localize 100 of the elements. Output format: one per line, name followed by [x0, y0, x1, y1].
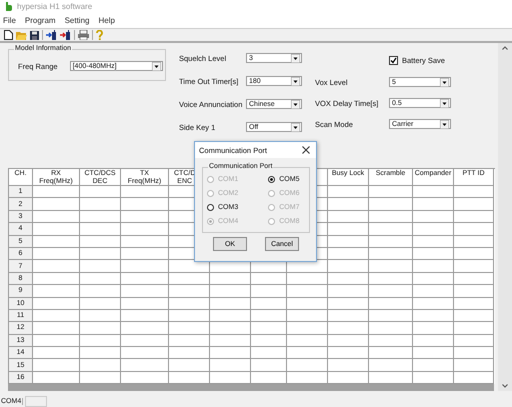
table-cell[interactable] [369, 236, 413, 248]
table-cell[interactable] [454, 310, 494, 322]
table-cell[interactable] [369, 198, 413, 211]
table-cell[interactable] [80, 272, 121, 286]
table-cell[interactable] [454, 322, 494, 335]
table-cell[interactable] [210, 334, 251, 348]
table-cell[interactable] [454, 334, 494, 348]
table-cell[interactable] [169, 298, 210, 310]
table-cell[interactable] [80, 236, 121, 248]
radio-button[interactable] [268, 176, 276, 183]
table-cell[interactable] [328, 347, 369, 360]
table-cell[interactable] [328, 223, 369, 236]
menu-item[interactable]: File [3, 16, 16, 25]
table-cell[interactable] [287, 272, 328, 286]
table-cell[interactable] [33, 322, 80, 335]
table-cell[interactable] [328, 236, 369, 248]
table-cell[interactable] [121, 322, 169, 335]
table-cell[interactable] [169, 334, 210, 348]
print-icon[interactable] [78, 30, 89, 40]
table-cell[interactable] [369, 186, 413, 198]
table-cell[interactable] [454, 298, 494, 310]
read-radio-icon[interactable] [46, 30, 57, 40]
table-cell[interactable] [251, 298, 287, 310]
table-cell[interactable] [80, 223, 121, 236]
table-cell[interactable] [80, 198, 121, 211]
table-cell[interactable] [33, 347, 80, 360]
table-cell[interactable] [328, 298, 369, 310]
table-cell[interactable] [413, 260, 454, 273]
write-radio-icon[interactable] [60, 30, 71, 40]
table-cell[interactable] [121, 248, 169, 260]
table-cell[interactable] [251, 334, 287, 348]
table-cell[interactable] [169, 285, 210, 298]
help-icon[interactable] [96, 30, 103, 40]
table-cell[interactable] [80, 186, 121, 198]
table-cell[interactable] [33, 236, 80, 248]
table-cell[interactable] [121, 198, 169, 211]
table-cell[interactable] [454, 186, 494, 198]
table-cell[interactable] [454, 223, 494, 236]
table-cell[interactable] [328, 322, 369, 335]
table-cell[interactable] [369, 359, 413, 372]
table-cell[interactable] [33, 198, 80, 211]
menu-item[interactable]: Setting [64, 16, 90, 25]
table-cell[interactable] [251, 272, 287, 286]
table-cell[interactable] [413, 334, 454, 348]
table-cell[interactable] [121, 285, 169, 298]
table-cell[interactable] [80, 334, 121, 348]
table-cell[interactable] [121, 210, 169, 224]
table-cell[interactable] [328, 198, 369, 211]
table-cell[interactable] [80, 322, 121, 335]
table-cell[interactable] [210, 310, 251, 322]
table-cell[interactable] [33, 186, 80, 198]
table-cell[interactable] [369, 260, 413, 273]
menu-item[interactable]: Program [24, 16, 56, 25]
table-cell[interactable] [169, 272, 210, 286]
table-cell[interactable] [454, 210, 494, 224]
table-cell[interactable] [80, 310, 121, 322]
table-cell[interactable] [454, 260, 494, 273]
table-cell[interactable] [287, 334, 328, 348]
table-cell[interactable] [169, 359, 210, 372]
table-cell[interactable] [80, 359, 121, 372]
table-cell[interactable] [413, 322, 454, 335]
table-cell[interactable] [454, 285, 494, 298]
table-cell[interactable] [413, 210, 454, 224]
table-cell[interactable] [33, 272, 80, 286]
table-cell[interactable] [287, 347, 328, 360]
table-cell[interactable] [121, 298, 169, 310]
table-cell[interactable] [413, 236, 454, 248]
table-cell[interactable] [369, 298, 413, 310]
table-cell[interactable] [80, 260, 121, 273]
table-cell[interactable] [33, 310, 80, 322]
radio-button[interactable] [207, 204, 214, 211]
table-cell[interactable] [80, 298, 121, 310]
table-cell[interactable] [369, 347, 413, 360]
table-cell[interactable] [413, 248, 454, 260]
table-cell[interactable] [251, 285, 287, 298]
table-cell[interactable] [328, 334, 369, 348]
table-cell[interactable] [121, 186, 169, 198]
table-cell[interactable] [121, 359, 169, 372]
table-cell[interactable] [251, 322, 287, 335]
table-cell[interactable] [121, 334, 169, 348]
table-cell[interactable] [328, 248, 369, 260]
table-cell[interactable] [287, 359, 328, 372]
table-cell[interactable] [33, 248, 80, 260]
scrollbar[interactable] [498, 43, 512, 391]
table-cell[interactable] [251, 347, 287, 360]
table-cell[interactable] [369, 272, 413, 286]
table-cell[interactable] [328, 310, 369, 322]
table-cell[interactable] [210, 322, 251, 335]
table-cell[interactable] [210, 347, 251, 360]
table-cell[interactable] [287, 310, 328, 322]
table-cell[interactable] [454, 198, 494, 211]
table-cell[interactable] [413, 285, 454, 298]
table-cell[interactable] [210, 285, 251, 298]
table-cell[interactable] [210, 272, 251, 286]
table-cell[interactable] [369, 285, 413, 298]
menu-item[interactable]: Help [98, 16, 115, 25]
table-cell[interactable] [210, 359, 251, 372]
table-cell[interactable] [369, 223, 413, 236]
table-cell[interactable] [33, 260, 80, 273]
table-cell[interactable] [121, 223, 169, 236]
